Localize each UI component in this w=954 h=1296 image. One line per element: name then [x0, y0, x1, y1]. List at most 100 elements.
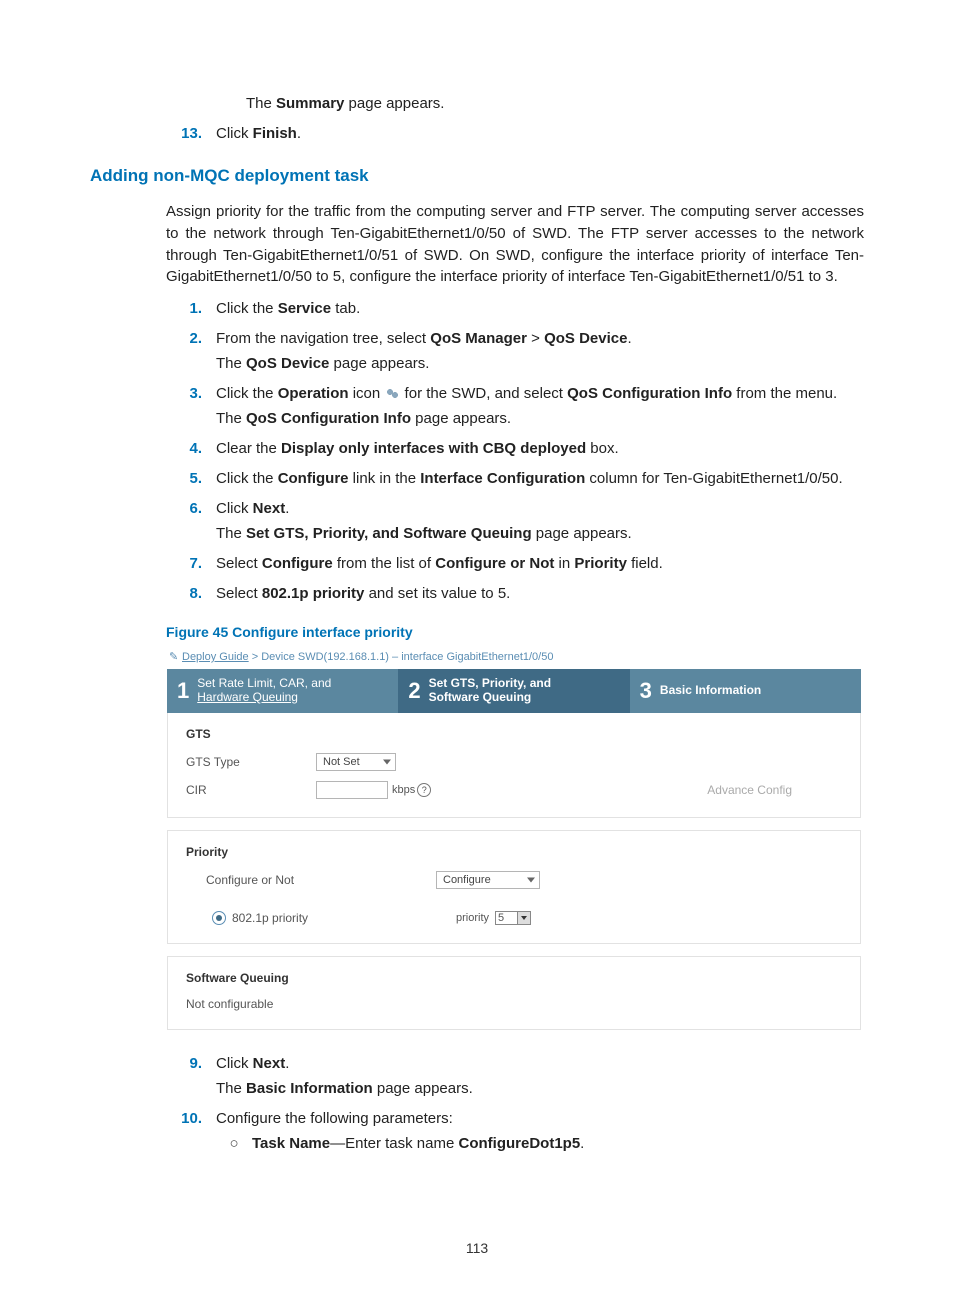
- step-7: 7. Select Configure from the list of Con…: [166, 553, 864, 578]
- cir-unit: kbps: [392, 784, 415, 796]
- text: The: [216, 1080, 246, 1097]
- step-1: 1. Click the Service tab.: [166, 298, 864, 323]
- priority-word: priority: [456, 912, 489, 924]
- dot1p-radio[interactable]: [212, 911, 226, 925]
- text: Click: [216, 500, 253, 517]
- step-10: 10. Configure the following parameters: …: [166, 1108, 864, 1154]
- text: Clear the: [216, 440, 281, 457]
- text: .: [285, 500, 289, 517]
- text: page appears.: [329, 355, 429, 372]
- operation-icon: [384, 386, 400, 400]
- configure-or-not-row: Configure or Not Configure: [186, 871, 842, 889]
- text: column for Ten-GigabitEthernet1/0/50.: [585, 470, 842, 487]
- panel-title: GTS: [186, 727, 842, 741]
- tab-step-2[interactable]: 2 Set GTS, Priority, and Software Queuin…: [398, 669, 629, 713]
- field-label: 802.1p priority: [186, 911, 342, 925]
- bold: Task Name: [252, 1135, 330, 1152]
- step-4: 4. Clear the Display only interfaces wit…: [166, 438, 864, 463]
- text: page appears.: [373, 1080, 473, 1097]
- select-value: Configure: [443, 874, 491, 886]
- text: Click: [216, 1055, 253, 1072]
- tab-step-1[interactable]: 1 Set Rate Limit, CAR, and Hardware Queu…: [167, 669, 398, 713]
- text: .: [285, 1055, 289, 1072]
- gts-type-row: GTS Type Not Set: [186, 753, 842, 771]
- text: field.: [627, 555, 663, 572]
- text: Click the: [216, 300, 278, 317]
- cir-row: CIR kbps ? Advance Config: [186, 781, 842, 799]
- text: in: [554, 555, 574, 572]
- step-number: 7.: [166, 553, 216, 578]
- panel-title: Software Queuing: [186, 971, 842, 985]
- bold: Configure or Not: [435, 555, 554, 572]
- step-number: 10.: [166, 1108, 216, 1154]
- text: from the menu.: [732, 385, 837, 402]
- bold: Basic Information: [246, 1080, 373, 1097]
- step-number: 4.: [166, 438, 216, 463]
- software-queuing-panel: Software Queuing Not configurable: [167, 956, 861, 1030]
- tab-label-line: Set Rate Limit, CAR, and: [197, 677, 331, 691]
- step-2: 2. From the navigation tree, select QoS …: [166, 328, 864, 378]
- breadcrumb: ✎Deploy Guide > Device SWD(192.168.1.1) …: [167, 647, 861, 669]
- text: Select: [216, 555, 262, 572]
- step-number-icon: 2: [408, 678, 420, 704]
- text: link in the: [349, 470, 421, 487]
- intro-paragraph: Assign priority for the traffic from the…: [166, 201, 864, 288]
- bold: Next: [253, 500, 286, 517]
- tab-label-line: Basic Information: [660, 684, 761, 698]
- dot1p-label: 802.1p priority: [232, 911, 308, 925]
- text: box.: [586, 440, 619, 457]
- wizard-tabs: 1 Set Rate Limit, CAR, and Hardware Queu…: [167, 669, 861, 713]
- help-icon[interactable]: ?: [417, 783, 431, 797]
- text: for the SWD, and select: [400, 385, 567, 402]
- text: The: [216, 410, 246, 427]
- wand-icon: ✎: [169, 650, 179, 660]
- text: and set its value to 5.: [364, 585, 510, 602]
- figure-45: ✎Deploy Guide > Device SWD(192.168.1.1) …: [166, 646, 862, 1031]
- step-number-icon: 1: [177, 678, 189, 704]
- text: .: [580, 1135, 584, 1152]
- panel-title: Priority: [186, 845, 842, 859]
- step-10-sub: ○ Task Name—Enter task name ConfigureDot…: [216, 1133, 864, 1154]
- gts-type-select[interactable]: Not Set: [316, 753, 396, 771]
- page-number: 113: [0, 1240, 954, 1256]
- text: Click the: [216, 385, 278, 402]
- summary-bold: Summary: [276, 95, 344, 112]
- breadcrumb-link[interactable]: Deploy Guide: [182, 651, 249, 663]
- step-9: 9. Click Next. The Basic Information pag…: [166, 1053, 864, 1103]
- step-number: 13.: [166, 123, 216, 148]
- bold: Set GTS, Priority, and Software Queuing: [246, 525, 532, 542]
- select-value: 5: [498, 912, 504, 924]
- text: Click the: [216, 470, 278, 487]
- chevron-down-icon: [527, 877, 535, 882]
- text: page appears.: [344, 95, 444, 112]
- bold: Display only interfaces with CBQ deploye…: [281, 440, 586, 457]
- configure-or-not-select[interactable]: Configure: [436, 871, 540, 889]
- cir-input[interactable]: [316, 781, 388, 799]
- step-number: 8.: [166, 583, 216, 608]
- step-8: 8. Select 802.1p priority and set its va…: [166, 583, 864, 608]
- sw-queue-note: Not configurable: [186, 997, 842, 1011]
- text: The: [246, 95, 276, 112]
- step-13: 13. Click Finish.: [166, 123, 864, 148]
- text: The: [216, 525, 246, 542]
- tab-step-3[interactable]: 3 Basic Information: [630, 669, 861, 713]
- bold: Configure: [278, 470, 349, 487]
- bold: QoS Configuration Info: [567, 385, 732, 402]
- priority-value-select[interactable]: 5: [495, 911, 531, 925]
- field-label: CIR: [186, 783, 316, 797]
- chevron-down-icon: [517, 912, 530, 924]
- tab-label-line: Hardware Queuing: [197, 691, 331, 705]
- select-value: Not Set: [323, 756, 360, 768]
- priority-panel: Priority Configure or Not Configure 802.…: [167, 830, 861, 944]
- step-number: 5.: [166, 468, 216, 493]
- step-number: 1.: [166, 298, 216, 323]
- tab-label-line: Software Queuing: [429, 691, 551, 705]
- gts-panel: GTS GTS Type Not Set CIR kbps ? Advance …: [167, 713, 861, 818]
- text: Click: [216, 125, 253, 142]
- bold: Priority: [574, 555, 627, 572]
- bold: Operation: [278, 385, 349, 402]
- advance-config-link[interactable]: Advance Config: [707, 783, 792, 797]
- bullet-icon: ○: [216, 1133, 252, 1154]
- bold: Configure: [262, 555, 333, 572]
- field-label: Configure or Not: [186, 873, 336, 887]
